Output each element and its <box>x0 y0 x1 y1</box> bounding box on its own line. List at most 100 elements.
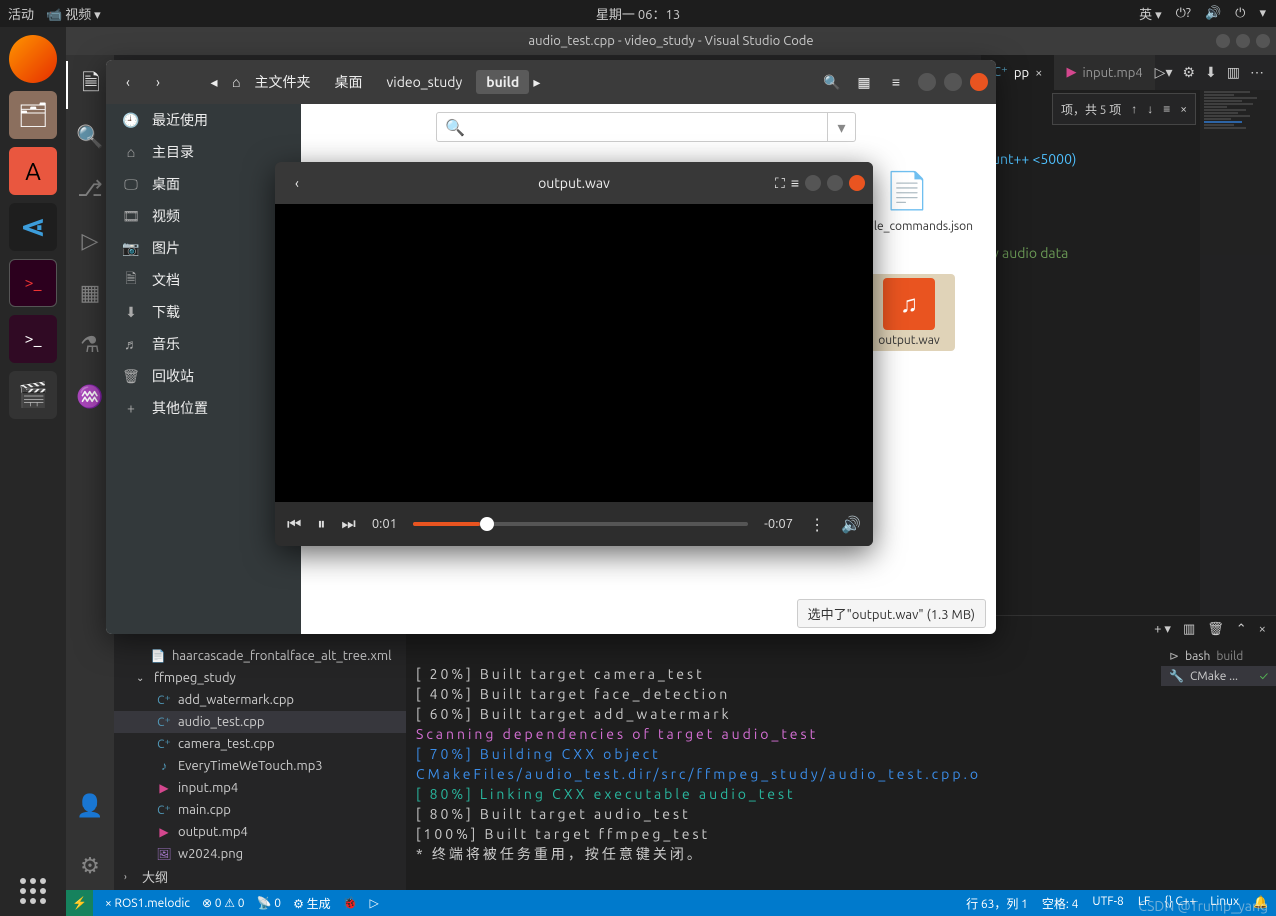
settings-gear-icon[interactable]: ⚙ <box>66 842 114 890</box>
power-icon[interactable]: ⏻ <box>1235 6 1245 21</box>
next-button[interactable]: ⏭ <box>341 515 355 534</box>
input-method[interactable]: 英 ▾ <box>1139 4 1162 23</box>
remote-indicator[interactable]: ⚡ <box>66 890 93 916</box>
sidebar-trash[interactable]: 🗑回收站 <box>106 360 301 392</box>
search-button[interactable]: 🔍 <box>818 68 846 96</box>
status-build[interactable]: ⚙ 生成 <box>293 895 331 912</box>
terminal-tab-cmake[interactable]: 🔧CMake ... ✓ <box>1161 666 1276 686</box>
software-icon[interactable]: A <box>9 147 57 195</box>
volume-icon[interactable]: 🔊 <box>1205 6 1221 21</box>
terminal-output[interactable]: [ 20%] Built target camera_test [ 40%] B… <box>416 646 1156 890</box>
window-maximize-button[interactable] <box>1236 34 1250 48</box>
file-output-wav[interactable]: ♫ output.wav <box>863 274 955 351</box>
sidebar-home[interactable]: ⌂主目录 <box>106 136 301 168</box>
split-terminal-icon[interactable]: ▥ <box>1183 622 1195 637</box>
progress-knob[interactable] <box>480 517 494 531</box>
status-ros[interactable]: × ROS1.melodic <box>105 897 190 910</box>
crumb-home[interactable]: 主文件夹 <box>244 68 320 96</box>
file-input-mp4[interactable]: ▶input.mp4 <box>114 777 406 799</box>
sidebar-music[interactable]: ♬音乐 <box>106 328 301 360</box>
fm-search-bar[interactable]: 🔍 ▾ <box>436 112 856 142</box>
file-xml[interactable]: 📄haarcascade_frontalface_alt_tree.xml <box>114 645 406 667</box>
home-icon[interactable]: ⌂ <box>232 74 240 90</box>
crumb-overflow-icon[interactable]: ▸ <box>533 74 540 91</box>
mp-back-button[interactable]: ‹ <box>283 169 311 197</box>
minimap[interactable] <box>1200 90 1276 615</box>
status-cursor[interactable]: 行 63，列 1 <box>966 895 1028 912</box>
fm-minimize-button[interactable] <box>918 73 936 91</box>
mp-maximize-button[interactable] <box>827 175 843 191</box>
tab-input-mp4[interactable]: ▶input.mp4 <box>1054 55 1154 90</box>
prev-match-icon[interactable]: ↑ <box>1131 102 1137 116</box>
run-button[interactable]: ▷▾ <box>1155 64 1173 81</box>
mp-menu-icon[interactable]: ≡ <box>791 175 799 191</box>
fullscreen-icon[interactable]: ⛶ <box>775 175 785 192</box>
clock[interactable]: 星期一 06：13 <box>596 4 680 23</box>
sidebar-pictures[interactable]: 📷图片 <box>106 232 301 264</box>
accessibility-icon[interactable]: ⏻? <box>1176 6 1191 21</box>
file-mp3[interactable]: ♪EveryTimeWeTouch.mp3 <box>114 755 406 777</box>
sidebar-videos[interactable]: 🎞视频 <box>106 200 301 232</box>
window-minimize-button[interactable] <box>1216 34 1230 48</box>
close-icon[interactable]: × <box>1035 66 1042 80</box>
close-panel-icon[interactable]: × <box>1259 622 1266 637</box>
search-dropdown-icon[interactable]: ▾ <box>827 112 855 142</box>
forward-button[interactable]: › <box>144 68 172 96</box>
status-debug[interactable]: 🐞 <box>343 896 358 910</box>
terminal-icon[interactable]: >_ <box>9 259 57 307</box>
sidebar-desktop[interactable]: 🖵桌面 <box>106 168 301 200</box>
crumb-video-study[interactable]: video_study <box>376 70 472 94</box>
view-toggle-button[interactable]: ▦ <box>850 68 878 96</box>
terminal2-icon[interactable]: >_ <box>9 315 57 363</box>
status-run[interactable]: ▷ <box>370 896 379 910</box>
folder-ffmpeg[interactable]: ⌄ffmpeg_study <box>114 667 406 689</box>
sidebar-downloads[interactable]: ⬇下载 <box>106 296 301 328</box>
back-button[interactable]: ‹ <box>114 68 142 96</box>
mp-minimize-button[interactable] <box>805 175 821 191</box>
pause-button[interactable]: ⏸ <box>317 515 325 534</box>
file-compile-commands[interactable]: 📄 compile_commands.json <box>861 164 953 244</box>
mp-close-button[interactable] <box>849 175 865 191</box>
status-problems[interactable]: ⊗ 0 ⚠ 0 <box>202 896 245 910</box>
apps-grid-icon[interactable] <box>9 878 57 904</box>
file-camera-test[interactable]: C⁺camera_test.cpp <box>114 733 406 755</box>
next-match-icon[interactable]: ↓ <box>1147 102 1153 116</box>
file-png[interactable]: 🖼w2024.png <box>114 843 406 865</box>
previous-button[interactable]: ⏮ <box>287 515 301 534</box>
video-canvas[interactable] <box>275 204 873 502</box>
sidebar-recent[interactable]: 🕘最近使用 <box>106 104 301 136</box>
file-output-mp4[interactable]: ▶output.mp4 <box>114 821 406 843</box>
terminal-tab-bash[interactable]: ⊳bash build <box>1161 646 1276 666</box>
sidebar-other[interactable]: +其他位置 <box>106 392 301 424</box>
download-icon[interactable]: ⬇ <box>1205 64 1217 81</box>
selection-icon[interactable]: ≡ <box>1163 102 1170 116</box>
window-close-button[interactable] <box>1256 34 1270 48</box>
system-menu-chevron[interactable]: ▾ <box>1259 6 1266 21</box>
path-toggle-button[interactable]: ◂ <box>200 68 228 96</box>
file-main[interactable]: C⁺main.cpp <box>114 799 406 821</box>
status-encoding[interactable]: UTF-8 <box>1092 895 1123 912</box>
volume-button[interactable]: 🔊 <box>841 515 861 534</box>
activities-button[interactable]: 活动 <box>8 4 34 23</box>
settings-icon[interactable]: ⚙ <box>1182 64 1195 81</box>
sidebar-documents[interactable]: 🗎文档 <box>106 264 301 296</box>
accounts-icon[interactable]: 👤 <box>66 782 114 830</box>
files-icon[interactable]: 🗂 <box>9 91 57 139</box>
status-spaces[interactable]: 空格: 4 <box>1042 895 1078 912</box>
status-ports[interactable]: 📡 0 <box>257 896 281 910</box>
more-options-button[interactable]: ⋮ <box>809 515 825 534</box>
video-app-icon[interactable]: 🎬 <box>9 371 57 419</box>
kill-terminal-icon[interactable]: 🗑 <box>1207 622 1224 637</box>
vscode-icon[interactable]: ⋖ <box>9 203 57 251</box>
progress-bar[interactable] <box>413 522 748 526</box>
crumb-build[interactable]: build <box>476 70 529 94</box>
split-editor-icon[interactable]: ▥ <box>1227 64 1240 81</box>
firefox-icon[interactable] <box>9 35 57 83</box>
file-add-watermark[interactable]: C⁺add_watermark.cpp <box>114 689 406 711</box>
close-search-icon[interactable]: × <box>1180 103 1187 116</box>
fm-maximize-button[interactable] <box>944 73 962 91</box>
more-icon[interactable]: ⋯ <box>1250 64 1264 81</box>
file-audio-test[interactable]: C⁺audio_test.cpp <box>114 711 406 733</box>
app-menu[interactable]: 📹 视频 ▾ <box>46 4 101 23</box>
hamburger-menu-button[interactable]: ≡ <box>882 68 910 96</box>
